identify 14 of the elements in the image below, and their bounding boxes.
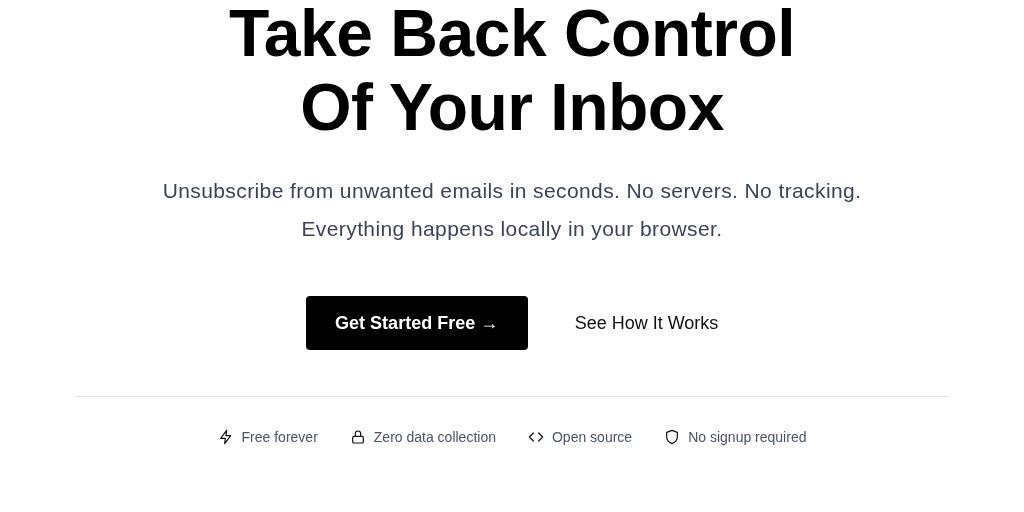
hero-subtitle: Unsubscribe from unwanted emails in seconds. No servers. No tracking.	[162, 178, 862, 204]
feature-label: Open source	[552, 429, 633, 445]
hero-heading: Of Your Inbox	[300, 70, 724, 144]
feature-label: Zero data collection	[373, 429, 496, 445]
shield-icon	[664, 429, 681, 445]
hero-subtitle: Everything happens locally in your browser.	[301, 216, 723, 242]
get-started-button[interactable]: Get Started Free →	[305, 296, 528, 350]
feature-label: Free forever	[241, 429, 318, 445]
feature-label: No signup required	[688, 429, 807, 445]
hero-heading: Take Back Control	[228, 0, 796, 70]
see-how-link[interactable]: See How It Works	[574, 312, 719, 334]
code-icon	[528, 429, 544, 445]
lock-icon	[349, 429, 366, 445]
lightning-icon	[217, 429, 234, 445]
